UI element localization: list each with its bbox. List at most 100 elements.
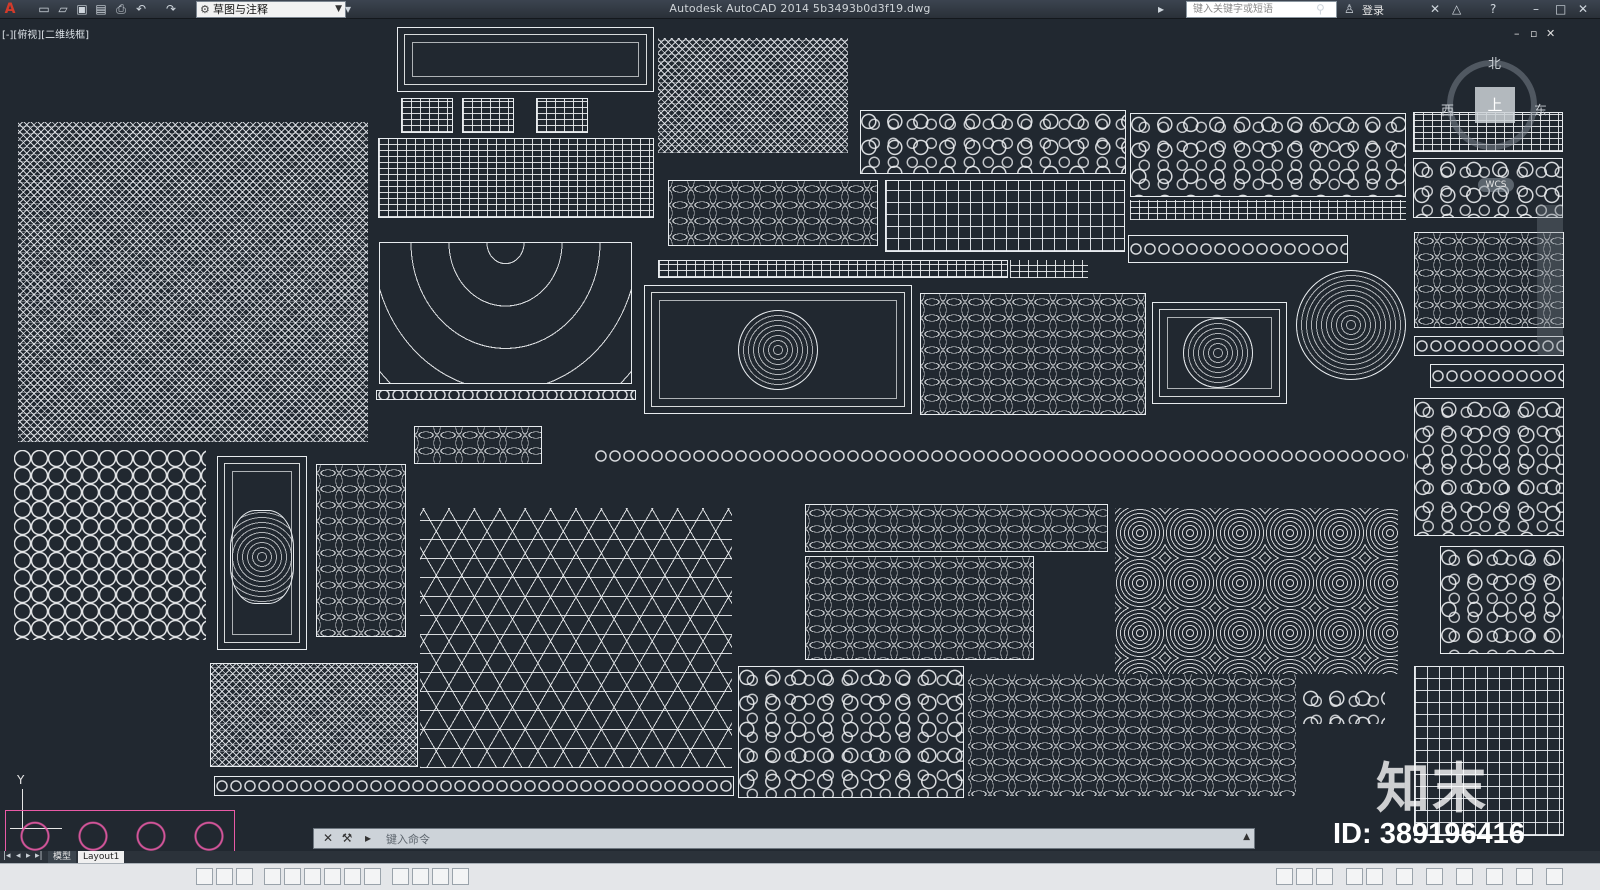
next-tab-icon[interactable]: ▸ — [26, 851, 31, 861]
snap-toggle[interactable] — [196, 868, 213, 885]
ortho-toggle[interactable] — [236, 868, 253, 885]
cad-block-fret-3 — [536, 98, 588, 133]
command-history-up-icon[interactable]: ▲ — [1243, 832, 1250, 842]
close-command-line-icon[interactable]: ✕ — [320, 831, 336, 846]
command-input[interactable]: 键入命令 — [386, 831, 430, 847]
cad-block-rose-panel — [1115, 508, 1398, 674]
zoom-button[interactable] — [1366, 868, 1383, 885]
annotation-monitor-toggle[interactable] — [452, 868, 469, 885]
layout-tab-bar: |◂ ◂ ▸ ▸| 模型 Layout1 — [0, 851, 1600, 863]
window-title: Autodesk AutoCAD 2014 5b3493b0d3f19.dwg — [669, 2, 931, 15]
watermark-id: ID: 389196416 — [1333, 818, 1525, 850]
watermark-logo: 知末 — [1376, 757, 1488, 820]
drawing-canvas[interactable] — [0, 20, 1600, 868]
cad-block-flower-panel — [316, 464, 406, 637]
cad-block-cloud-carving — [738, 666, 964, 798]
login-link[interactable]: 登录 — [1362, 2, 1384, 18]
command-line[interactable]: ✕ ⚒ ▸ 键入命令 ▲ — [313, 828, 1255, 849]
cad-block-leaf-panel — [920, 293, 1146, 415]
annotation-scale-button[interactable] — [1396, 868, 1413, 885]
close-icon[interactable]: ✕ — [1578, 2, 1588, 17]
polar-toggle[interactable] — [264, 868, 281, 885]
navigation-bar[interactable] — [1537, 205, 1563, 355]
cad-block-quatrefoil — [210, 663, 418, 767]
cad-block-hex-lattice — [420, 508, 732, 768]
viewcube-north-label[interactable]: 北 — [1488, 53, 1501, 72]
grid-toggle[interactable] — [216, 868, 233, 885]
viewcube-west-label[interactable]: 西 — [1441, 100, 1454, 119]
cad-block-meander-end — [1010, 260, 1088, 278]
title-bar: A ▭ ▱ ▣ ▤ ⎙ ↶ ↷ ⚙ 草图与注释 ▼ ▾ Autodesk Aut… — [0, 0, 1600, 19]
cad-block-small-vine — [414, 426, 542, 464]
viewcube-top-face[interactable]: 上 — [1475, 87, 1515, 123]
quick-view-drawings-button[interactable] — [1316, 868, 1333, 885]
user-icon: ♙ — [1344, 2, 1355, 16]
cad-block-ceiling-medallion — [738, 310, 818, 390]
transparency-toggle[interactable] — [392, 868, 409, 885]
maximize-icon[interactable]: □ — [1555, 2, 1566, 17]
clean-screen-button[interactable] — [1546, 868, 1563, 885]
cad-block-butterfly-panel — [805, 556, 1034, 660]
exchange-icon[interactable]: ✕ — [1430, 2, 1440, 17]
selection-cycling-toggle[interactable] — [432, 868, 449, 885]
model-space-button[interactable] — [1276, 868, 1293, 885]
search-input[interactable]: 键入关键字或短语 — [1186, 1, 1337, 18]
quick-properties-toggle[interactable] — [412, 868, 429, 885]
cad-block-floral-frieze — [805, 504, 1108, 552]
cad-block-wave-screen — [379, 242, 632, 384]
cad-block-round-medallion — [1296, 270, 1406, 380]
isolate-objects-button[interactable] — [1516, 868, 1533, 885]
cad-block-fret-1 — [401, 98, 453, 133]
cad-block-scroll-frieze — [860, 110, 1126, 174]
wcs-menu[interactable]: WCS — [1478, 178, 1514, 192]
cad-block-dragon-panel — [668, 180, 878, 246]
tab-model[interactable]: 模型 — [48, 851, 77, 863]
hardware-acceleration-button[interactable] — [1486, 868, 1503, 885]
cad-block-large-lattice — [18, 122, 368, 442]
cad-block-circle-lattice — [14, 450, 206, 640]
cad-block-fret-2 — [462, 98, 514, 133]
cad-block-bottom-border — [214, 776, 734, 796]
cad-block-square-medallion-center — [1183, 318, 1253, 388]
cad-block-cloud-small — [1440, 546, 1564, 654]
cad-block-right-band-2 — [1430, 364, 1564, 388]
cad-block-meander-border — [658, 260, 1008, 278]
cad-block-lattice — [658, 38, 848, 153]
cad-block-leaf-frieze — [968, 674, 1296, 796]
search-expand-icon[interactable]: ▸ — [1158, 2, 1164, 17]
cad-block-grid-screen — [885, 180, 1125, 252]
status-bar — [0, 863, 1600, 890]
cad-block-frieze-band — [1130, 200, 1406, 220]
binoculars-icon[interactable]: ⚲ — [1316, 2, 1325, 17]
last-tab-icon[interactable]: ▸| — [35, 851, 43, 861]
quick-view-layouts-button[interactable] — [1296, 868, 1313, 885]
cad-block-cloud-panel — [1414, 398, 1564, 536]
osnap-toggle[interactable] — [284, 868, 301, 885]
dyn-toggle[interactable] — [344, 868, 361, 885]
cad-block-window-frame — [397, 27, 654, 92]
cad-block-key-pattern — [378, 138, 654, 218]
help-icon[interactable]: ? — [1490, 2, 1496, 17]
ucs-y-label: Y — [17, 773, 25, 787]
recent-commands-icon[interactable]: ▸ — [360, 831, 376, 846]
minimize-icon[interactable]: – — [1533, 2, 1539, 17]
first-tab-icon[interactable]: |◂ — [3, 851, 11, 861]
viewcube-east-label[interactable]: 东 — [1534, 100, 1547, 119]
lineweight-toggle[interactable] — [364, 868, 381, 885]
customize-wrench-icon[interactable]: ⚒ — [339, 831, 355, 846]
autodesk-a360-icon[interactable]: △ — [1452, 2, 1461, 17]
cad-block-knot — [1303, 688, 1385, 724]
prev-tab-icon[interactable]: ◂ — [16, 851, 21, 861]
cad-block-thin-border — [376, 390, 636, 400]
cad-block-ornate-frieze — [1130, 113, 1406, 197]
pan-button[interactable] — [1346, 868, 1363, 885]
ducs-toggle[interactable] — [324, 868, 341, 885]
lock-ui-button[interactable] — [1456, 868, 1473, 885]
workspace-switch-button[interactable] — [1426, 868, 1443, 885]
cad-block-medallion-band — [1128, 235, 1348, 263]
otrack-toggle[interactable] — [304, 868, 321, 885]
highlighted-cad-block — [5, 810, 235, 852]
tab-layout1[interactable]: Layout1 — [78, 851, 125, 863]
cad-block-door-medallion — [230, 510, 294, 604]
cad-block-long-chain-border — [594, 420, 1408, 492]
